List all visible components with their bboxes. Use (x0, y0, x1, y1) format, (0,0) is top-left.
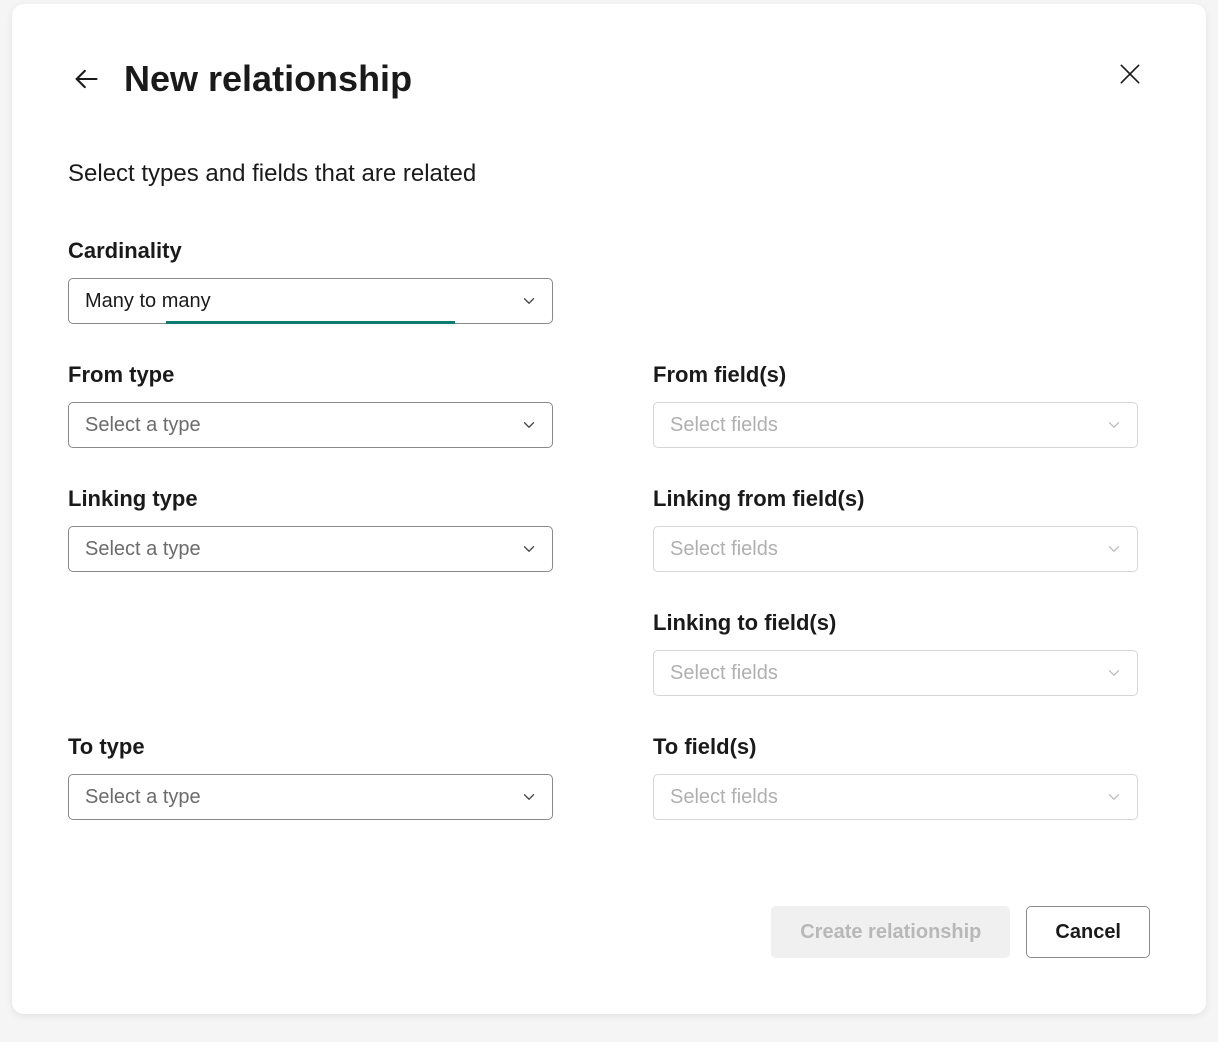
to-type-placeholder: Select a type (85, 786, 201, 809)
chevron-down-icon (1105, 664, 1123, 682)
from-fields-field-group: From field(s) Select fields (653, 362, 1138, 448)
to-fields-field-group: To field(s) Select fields (653, 734, 1138, 820)
linking-to-fields-select[interactable]: Select fields (653, 650, 1138, 696)
modal-subtitle: Select types and fields that are related (68, 160, 1150, 188)
linking-to-fields-placeholder: Select fields (670, 662, 778, 685)
linking-type-placeholder: Select a type (85, 538, 201, 561)
modal-footer: Create relationship Cancel (771, 906, 1150, 958)
chevron-down-icon (1105, 788, 1123, 806)
to-fields-label: To field(s) (653, 734, 1138, 760)
cardinality-select[interactable]: Many to many (68, 278, 553, 324)
to-type-label: To type (68, 734, 553, 760)
linking-type-label: Linking type (68, 486, 553, 512)
to-fields-placeholder: Select fields (670, 786, 778, 809)
create-relationship-button[interactable]: Create relationship (771, 906, 1010, 958)
from-type-select[interactable]: Select a type (68, 402, 553, 448)
from-fields-select[interactable]: Select fields (653, 402, 1138, 448)
to-fields-select[interactable]: Select fields (653, 774, 1138, 820)
cardinality-label: Cardinality (68, 238, 553, 264)
from-type-field-group: From type Select a type (68, 362, 553, 448)
back-button[interactable] (68, 61, 104, 97)
cancel-button[interactable]: Cancel (1026, 906, 1150, 958)
chevron-down-icon (1105, 416, 1123, 434)
linking-to-fields-field-group: Linking to field(s) Select fields (653, 610, 1138, 696)
new-relationship-modal: New relationship Select types and fields… (12, 4, 1206, 1014)
from-fields-label: From field(s) (653, 362, 1138, 388)
chevron-down-icon (520, 788, 538, 806)
linking-from-fields-select[interactable]: Select fields (653, 526, 1138, 572)
modal-header: New relationship (68, 58, 1150, 100)
chevron-down-icon (520, 540, 538, 558)
chevron-down-icon (1105, 540, 1123, 558)
chevron-down-icon (520, 292, 538, 310)
cardinality-value: Many to many (85, 290, 211, 313)
linking-type-field-group: Linking type Select a type (68, 486, 553, 572)
to-type-field-group: To type Select a type (68, 734, 553, 820)
to-type-select[interactable]: Select a type (68, 774, 553, 820)
linking-type-select[interactable]: Select a type (68, 526, 553, 572)
close-button[interactable] (1114, 58, 1146, 90)
linking-from-fields-placeholder: Select fields (670, 538, 778, 561)
linking-from-fields-field-group: Linking from field(s) Select fields (653, 486, 1138, 572)
modal-title: New relationship (124, 58, 412, 100)
from-type-label: From type (68, 362, 553, 388)
linking-to-fields-label: Linking to field(s) (653, 610, 1138, 636)
linking-from-fields-label: Linking from field(s) (653, 486, 1138, 512)
close-icon (1117, 61, 1143, 87)
from-type-placeholder: Select a type (85, 414, 201, 437)
chevron-down-icon (520, 416, 538, 434)
arrow-left-icon (72, 65, 100, 93)
from-fields-placeholder: Select fields (670, 414, 778, 437)
cardinality-field-group: Cardinality Many to many (68, 238, 553, 324)
form-grid: Cardinality Many to many From type Selec… (68, 238, 1150, 820)
